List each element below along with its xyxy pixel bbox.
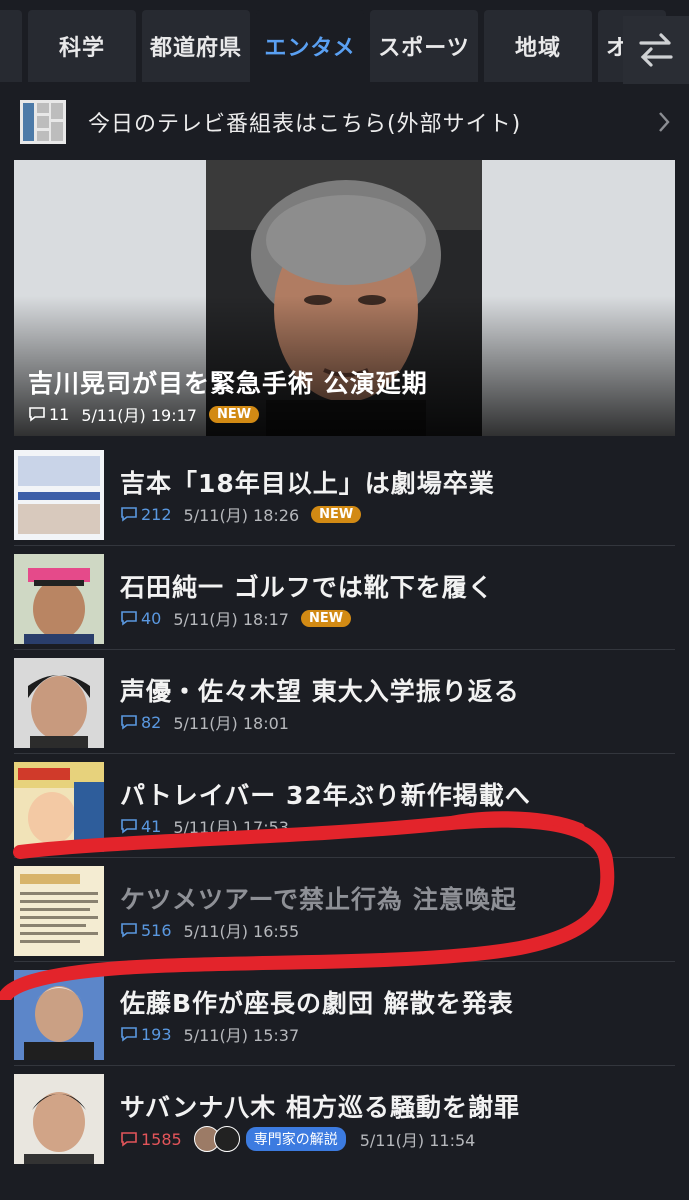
article-title: 声優・佐々木望 東大入学振り返る <box>120 677 520 706</box>
comment-count: 11 <box>28 405 69 424</box>
article-thumbnail <box>14 762 104 852</box>
article-thumbnail <box>14 658 104 748</box>
article-thumbnail <box>14 1074 104 1164</box>
article-title: 吉本「18年目以上」は劇場卒業 <box>120 469 495 498</box>
article-thumbnail <box>14 866 104 956</box>
comment-count: 516 <box>120 921 172 940</box>
article-meta: 193 5/11(月) 15:37 <box>120 1022 299 1046</box>
tab-science[interactable]: 科学 <box>28 10 136 82</box>
comment-icon <box>121 507 137 522</box>
comment-count: 40 <box>120 609 161 628</box>
article-thumbnail <box>14 554 104 644</box>
article-row[interactable]: ケツメツアーで禁止行為 注意喚起 516 5/11(月) 16:55 <box>14 858 675 962</box>
timestamp: 5/11(月) 18:26 <box>183 506 300 525</box>
comment-icon <box>121 923 137 938</box>
comment-icon <box>121 715 137 730</box>
article-thumbnail <box>14 450 104 540</box>
article-row[interactable]: 佐藤B作が座長の劇団 解散を発表 193 5/11(月) 15:37 <box>14 962 675 1066</box>
timestamp: 5/11(月) 11:54 <box>359 1131 476 1150</box>
hero-meta: 11 5/11(月) 19:17 NEW <box>28 402 260 426</box>
swap-arrows-icon <box>639 33 673 67</box>
tab-entertainment[interactable]: エンタメ <box>256 10 364 82</box>
timestamp: 5/11(月) 17:53 <box>173 818 289 837</box>
comment-count: 193 <box>120 1025 172 1044</box>
tab-label: 地域 <box>514 36 561 61</box>
comment-count: 82 <box>120 713 161 732</box>
tab-reorder-button[interactable] <box>623 16 689 84</box>
comment-icon <box>121 611 137 626</box>
article-title: サバンナ八木 相方巡る騒動を謝罪 <box>120 1093 520 1122</box>
timestamp: 5/11(月) 19:17 <box>81 406 197 425</box>
comment-count: 41 <box>120 817 161 836</box>
article-meta: 516 5/11(月) 16:55 <box>120 918 299 942</box>
article-title: ケツメツアーで禁止行為 注意喚起 <box>120 885 517 914</box>
comment-count: 212 <box>120 505 172 524</box>
new-badge: NEW <box>311 505 362 523</box>
chevron-right-icon <box>659 112 670 132</box>
comment-icon <box>121 1027 137 1042</box>
tab-sports[interactable]: スポーツ <box>370 10 478 82</box>
article-row[interactable]: サバンナ八木 相方巡る騒動を謝罪 1585 専門家の解説 5/11(月) 11:… <box>14 1066 675 1170</box>
article-meta: 41 5/11(月) 17:53 <box>120 814 289 838</box>
hero-title: 吉川晃司が目を緊急手術 公演延期 <box>28 369 428 398</box>
article-meta: 82 5/11(月) 18:01 <box>120 710 289 734</box>
comment-icon <box>121 1132 137 1147</box>
article-title: 佐藤B作が座長の劇団 解散を発表 <box>120 989 514 1018</box>
tab-label: エンタメ <box>264 36 356 61</box>
avatar <box>213 1126 240 1152</box>
category-tab-bar: 科学 都道府県 エンタメ スポーツ 地域 オ <box>0 0 689 84</box>
expert-commentary-badge: 専門家の解説 <box>245 1127 346 1151</box>
article-meta: 1585 専門家の解説 5/11(月) 11:54 <box>120 1126 475 1152</box>
article-row[interactable]: 吉本「18年目以上」は劇場卒業 212 5/11(月) 18:26 NEW <box>14 442 675 546</box>
timestamp: 5/11(月) 16:55 <box>183 922 300 941</box>
hero-article[interactable]: 吉川晃司が目を緊急手術 公演延期 11 5/11(月) 19:17 NEW <box>14 160 675 436</box>
article-title: 石田純一 ゴルフでは靴下を履く <box>120 573 494 602</box>
comment-icon <box>29 407 45 422</box>
timestamp: 5/11(月) 18:17 <box>173 610 289 629</box>
new-badge: NEW <box>300 609 352 627</box>
article-thumbnail <box>14 970 104 1060</box>
article-meta: 40 5/11(月) 18:17 NEW <box>120 606 352 630</box>
timestamp: 5/11(月) 18:01 <box>173 714 289 733</box>
article-row[interactable]: 声優・佐々木望 東大入学振り返る 82 5/11(月) 18:01 <box>14 650 675 754</box>
tab-label: 科学 <box>58 36 105 61</box>
article-title: パトレイバー 32年ぶり新作掲載へ <box>120 781 531 810</box>
article-row[interactable]: 石田純一 ゴルフでは靴下を履く 40 5/11(月) 18:17 NEW <box>14 546 675 650</box>
tab-previous[interactable] <box>0 10 22 82</box>
tab-local[interactable]: 地域 <box>484 10 592 82</box>
comment-count: 1585 <box>120 1130 182 1149</box>
tab-prefectures[interactable]: 都道府県 <box>142 10 250 82</box>
timestamp: 5/11(月) 15:37 <box>183 1026 300 1045</box>
tab-label: 都道府県 <box>149 36 242 61</box>
expert-avatars <box>193 1126 240 1152</box>
new-badge: NEW <box>208 405 260 423</box>
article-row[interactable]: パトレイバー 32年ぶり新作掲載へ 41 5/11(月) 17:53 <box>14 754 675 858</box>
tv-guide-link[interactable]: 今日のテレビ番組表はこちら(外部サイト) <box>0 84 689 160</box>
tv-guide-icon <box>20 100 66 144</box>
article-meta: 212 5/11(月) 18:26 NEW <box>120 502 362 526</box>
tab-label: スポーツ <box>378 36 470 61</box>
comment-icon <box>121 819 137 834</box>
tv-guide-text: 今日のテレビ番組表はこちら(外部サイト) <box>88 112 522 137</box>
